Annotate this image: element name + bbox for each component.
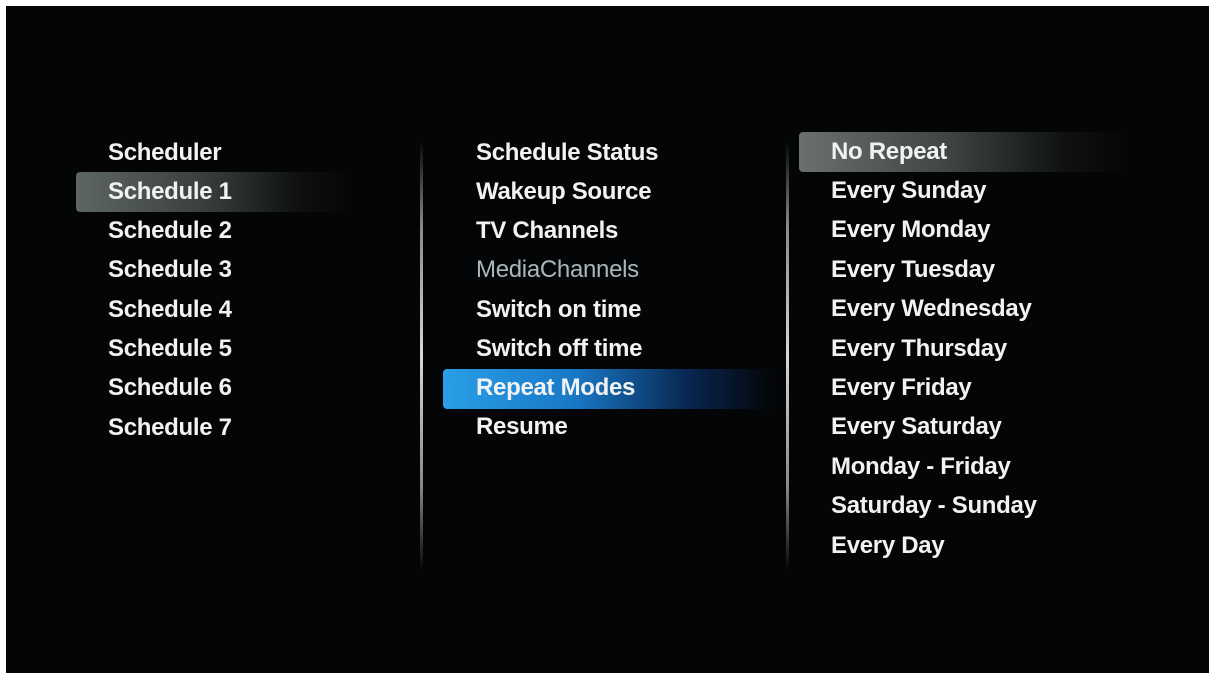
option-label: Every Day: [831, 532, 945, 559]
option-every-saturday[interactable]: Every Saturday: [831, 408, 1002, 446]
list-item-label: Schedule 5: [108, 335, 232, 362]
list-item-label: Schedule 3: [108, 256, 232, 283]
option-label: Every Saturday: [831, 413, 1002, 440]
list-item-scheduler[interactable]: Scheduler: [108, 134, 222, 172]
option-label: Saturday - Sunday: [831, 492, 1037, 519]
list-item-label: Schedule 4: [108, 296, 232, 323]
list-item-schedule-4[interactable]: Schedule 4: [108, 291, 232, 329]
menu-item-label: Wakeup Source: [476, 178, 652, 205]
menu-item-label: Switch off time: [476, 335, 643, 362]
menu-item-label: Schedule Status: [476, 139, 659, 166]
option-monday-friday[interactable]: Monday - Friday: [831, 448, 1011, 486]
option-label: Every Wednesday: [831, 295, 1032, 322]
list-item-label: Schedule 7: [108, 414, 232, 441]
list-item-schedule-6[interactable]: Schedule 6: [108, 369, 232, 407]
list-item-label: Schedule 1: [108, 178, 232, 205]
list-item-label: Schedule 6: [108, 374, 232, 401]
menu-item-label: Repeat Modes: [476, 374, 636, 401]
option-every-day[interactable]: Every Day: [831, 527, 945, 565]
option-every-wednesday[interactable]: Every Wednesday: [831, 290, 1032, 328]
option-saturday-sunday[interactable]: Saturday - Sunday: [831, 487, 1037, 525]
option-every-thursday[interactable]: Every Thursday: [831, 330, 1007, 368]
option-label: Every Thursday: [831, 335, 1007, 362]
list-item-schedule-5[interactable]: Schedule 5: [108, 330, 232, 368]
menu-item-schedule-status[interactable]: Schedule Status: [476, 134, 659, 172]
menu-item-label: Switch on time: [476, 296, 642, 323]
menu-item-wakeup-source[interactable]: Wakeup Source: [476, 173, 652, 211]
option-every-tuesday[interactable]: Every Tuesday: [831, 251, 995, 289]
option-label: Every Sunday: [831, 177, 987, 204]
option-label: Every Friday: [831, 374, 972, 401]
menu-item-switch-on-time[interactable]: Switch on time: [476, 291, 641, 329]
menu-item-switch-off-time[interactable]: Switch off time: [476, 330, 642, 368]
option-every-sunday[interactable]: Every Sunday: [831, 172, 986, 210]
list-item-label: Scheduler: [108, 139, 222, 166]
option-label: No Repeat: [831, 138, 947, 165]
column-divider: [420, 141, 423, 571]
option-label: Monday - Friday: [831, 453, 1011, 480]
menu-item-media-channels: MediaChannels: [476, 251, 639, 289]
list-item-schedule-2[interactable]: Schedule 2: [108, 212, 232, 250]
option-label: Every Monday: [831, 216, 991, 243]
option-every-monday[interactable]: Every Monday: [831, 211, 990, 249]
menu-item-resume[interactable]: Resume: [476, 408, 568, 446]
menu-item-label: Resume: [476, 413, 568, 440]
tv-scheduler-screen: Scheduler Schedule 1 Schedule 2 Schedule…: [6, 6, 1209, 673]
option-label: Every Tuesday: [831, 256, 995, 283]
list-item-label: Schedule 2: [108, 217, 232, 244]
column-divider: [786, 141, 789, 571]
menu-item-tv-channels[interactable]: TV Channels: [476, 212, 618, 250]
option-every-friday[interactable]: Every Friday: [831, 369, 972, 407]
menu-item-label: TV Channels: [476, 217, 619, 244]
menu-item-label: MediaChannels: [476, 256, 639, 283]
list-item-schedule-3[interactable]: Schedule 3: [108, 251, 232, 289]
list-item-schedule-7[interactable]: Schedule 7: [108, 409, 232, 447]
